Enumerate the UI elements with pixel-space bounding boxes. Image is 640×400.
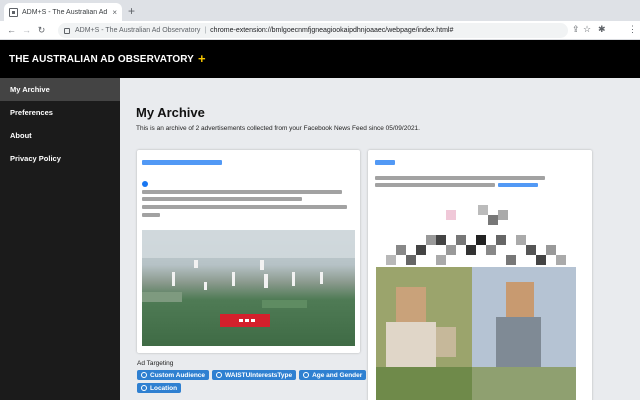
main-content: My Archive This is an archive of 2 adver… [120, 78, 640, 400]
ad-advertiser-name [142, 160, 222, 165]
verified-badge-icon [142, 181, 148, 187]
page-title: My Archive [136, 105, 205, 120]
ad-body-text [142, 197, 302, 201]
sidebar-item-label: Privacy Policy [10, 154, 61, 163]
chip-label: WAISTUInterestsType [225, 371, 293, 379]
ad-body-text [142, 190, 342, 194]
browser-tab-bar: ADM+S - The Australian Ad Ob × + [0, 0, 640, 21]
ad-targeting-section: Ad Targeting Custom Audience WAISTUInter… [137, 360, 367, 393]
sidebar-item-about[interactable]: About [0, 124, 120, 147]
ad-body-text [142, 213, 160, 217]
ad-targeting-label: Ad Targeting [137, 360, 174, 367]
page-description: This is an archive of 2 advertisements c… [136, 125, 420, 132]
chip-label: Location [150, 384, 178, 392]
sidebar-item-label: About [10, 131, 32, 140]
browser-tab[interactable]: ADM+S - The Australian Ad Ob × [4, 3, 122, 21]
chip-label: Custom Audience [150, 371, 206, 379]
targeting-chip-custom-audience[interactable]: Custom Audience [137, 370, 210, 380]
ad-body-text [375, 183, 495, 187]
app-title: THE AUSTRALIAN AD OBSERVATORY [9, 53, 194, 65]
address-bar[interactable]: ADM+S - The Australian Ad Observatory | … [58, 23, 568, 38]
extensions-puzzle-icon[interactable]: ✱ [598, 24, 606, 35]
reload-button[interactable]: ↻ [34, 25, 49, 36]
sidebar-item-label: My Archive [10, 85, 50, 94]
back-button[interactable]: ← [4, 25, 19, 35]
plus-logo-icon: + [197, 51, 206, 66]
sidebar-item-preferences[interactable]: Preferences [0, 101, 120, 124]
extension-icon [64, 27, 70, 34]
tab-close-icon[interactable]: × [112, 8, 117, 17]
location-pin-icon [141, 385, 147, 391]
ad-card[interactable] [368, 150, 592, 400]
forward-button[interactable]: → [19, 25, 34, 35]
ad-card[interactable] [137, 150, 360, 353]
share-icon[interactable]: ⇪ [572, 24, 580, 35]
users-icon [141, 372, 147, 378]
sidebar-item-label: Preferences [10, 108, 53, 117]
sidebar-item-my-archive[interactable]: My Archive [0, 78, 120, 101]
targeting-chip-location[interactable]: Location [137, 383, 182, 393]
browser-menu-icon[interactable]: ⋮ [628, 24, 637, 35]
new-tab-button[interactable]: + [128, 4, 135, 18]
sidebar-item-privacy-policy[interactable]: Privacy Policy [0, 147, 120, 170]
address-bar-url: chrome-extension://bmlgoecnmfjgneagiooka… [210, 27, 454, 34]
targeting-chip-interests[interactable]: WAISTUInterestsType [212, 370, 297, 380]
sidebar: My Archive Preferences About Privacy Pol… [0, 78, 120, 400]
address-bar-site-name: ADM+S - The Australian Ad Observatory [75, 27, 201, 34]
ad-call-to-action-button [220, 314, 270, 327]
chip-label: Age and Gender [312, 371, 363, 379]
interest-icon [216, 372, 223, 378]
tab-title: ADM+S - The Australian Ad Ob [22, 8, 110, 16]
ad-image [142, 230, 355, 346]
targeting-chip-age-gender[interactable]: Age and Gender [299, 370, 367, 380]
extension-favicon-icon [9, 7, 18, 17]
browser-toolbar: ← → ↻ ADM+S - The Australian Ad Observat… [0, 21, 640, 40]
age-gender-icon [303, 372, 310, 378]
ad-link-text [498, 183, 538, 187]
app-header: THE AUSTRALIAN AD OBSERVATORY + [0, 40, 640, 78]
ad-body-text [142, 205, 347, 209]
bookmark-star-icon[interactable]: ☆ [583, 24, 591, 35]
ad-body-text [375, 176, 545, 180]
ad-advertiser-name [375, 160, 395, 165]
address-bar-separator: | [204, 27, 207, 34]
